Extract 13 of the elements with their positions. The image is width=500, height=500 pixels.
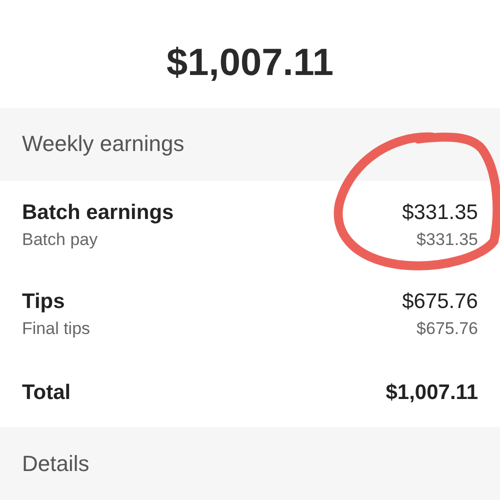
section-title: Weekly earnings	[22, 131, 184, 158]
section-title: Details	[22, 450, 90, 476]
total-amount: $1,007.11	[386, 380, 478, 405]
earnings-amount: $675.76	[402, 290, 478, 314]
earnings-subamount: $331.35	[416, 230, 478, 250]
earnings-amount: $331.35	[402, 200, 478, 225]
total-earnings-amount: $1,007.11	[166, 42, 334, 86]
earnings-sublabel: Final tips	[22, 318, 90, 339]
total-label: Total	[22, 380, 71, 405]
earnings-subamount: $675.76	[416, 318, 478, 339]
earnings-label: Batch earnings	[22, 200, 174, 225]
earnings-label: Tips	[22, 290, 65, 314]
earnings-sublabel: Batch pay	[22, 230, 98, 250]
